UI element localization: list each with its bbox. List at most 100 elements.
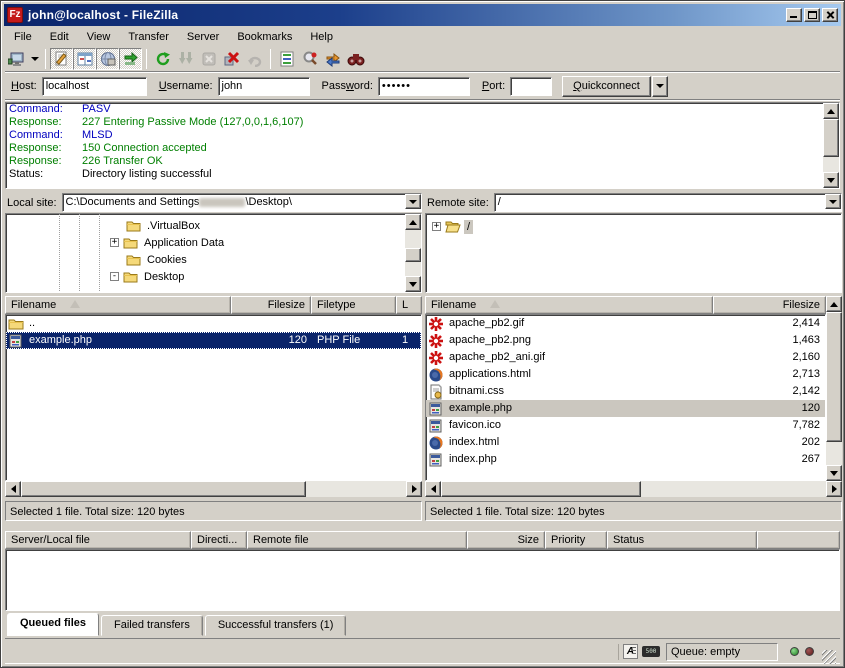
disconnect-button[interactable] <box>220 48 243 70</box>
column-header-filetype[interactable]: Filetype <box>311 296 396 314</box>
scrollbar-thumb[interactable] <box>826 312 842 442</box>
remote-list-hscrollbar[interactable] <box>425 481 842 497</box>
scroll-down-button[interactable] <box>405 276 421 292</box>
tab-successful-transfers[interactable]: Successful transfers (1) <box>205 615 347 636</box>
column-header-last-modified[interactable]: L <box>396 296 422 314</box>
scrollbar-thumb[interactable] <box>21 481 306 497</box>
queue-list[interactable] <box>5 549 840 611</box>
column-header-direction[interactable]: Directi... <box>191 531 247 549</box>
process-queue-button[interactable] <box>174 48 197 70</box>
synchronized-browsing-button[interactable] <box>321 48 344 70</box>
remote-site-path[interactable]: / <box>494 193 842 212</box>
scroll-down-button[interactable] <box>826 465 842 481</box>
site-manager-button[interactable] <box>5 48 28 70</box>
remote-list-scrollbar[interactable] <box>826 296 842 481</box>
site-manager-dropdown-button[interactable] <box>28 48 41 70</box>
menu-view[interactable]: View <box>78 29 120 45</box>
cancel-operation-button[interactable] <box>197 48 220 70</box>
username-input[interactable]: john <box>218 77 310 96</box>
column-header-filename[interactable]: Filename <box>425 296 713 314</box>
scroll-right-button[interactable] <box>826 481 842 497</box>
menu-transfer[interactable]: Transfer <box>119 29 178 45</box>
compare-directories-button[interactable] <box>298 48 321 70</box>
tree-item-root[interactable]: + / <box>432 218 473 235</box>
menu-bookmarks[interactable]: Bookmarks <box>228 29 301 45</box>
local-site-path[interactable]: C:\Documents and Settings\Desktop\ <box>62 193 422 212</box>
column-header-size[interactable]: Size <box>467 531 545 549</box>
file-row[interactable]: apache_pb2.png 1,463 <box>426 332 825 349</box>
close-button[interactable] <box>822 8 838 22</box>
file-row[interactable]: apache_pb2.gif 2,414 <box>426 315 825 332</box>
toggle-transfer-queue-button[interactable] <box>119 48 142 70</box>
toggle-local-tree-button[interactable] <box>73 48 96 70</box>
column-header-filename[interactable]: Filename <box>5 296 231 314</box>
scroll-left-button[interactable] <box>5 481 21 497</box>
menu-edit[interactable]: Edit <box>41 29 78 45</box>
column-header-filesize[interactable]: Filesize <box>231 296 311 314</box>
host-input[interactable]: localhost <box>42 77 147 96</box>
scrollbar-thumb[interactable] <box>441 481 641 497</box>
scroll-up-button[interactable] <box>405 214 421 230</box>
menu-help[interactable]: Help <box>301 29 342 45</box>
scroll-right-button[interactable] <box>406 481 422 497</box>
column-header-priority[interactable]: Priority <box>545 531 607 549</box>
remote-site-dropdown-button[interactable] <box>825 194 841 209</box>
tab-queued-files[interactable]: Queued files <box>7 613 99 636</box>
menu-server[interactable]: Server <box>178 29 228 45</box>
remote-directory-tree[interactable]: + / <box>425 213 842 293</box>
refresh-button[interactable] <box>151 48 174 70</box>
column-header-remote-file[interactable]: Remote file <box>247 531 467 549</box>
resize-grip[interactable] <box>822 650 836 664</box>
column-header-status[interactable]: Status <box>607 531 757 549</box>
file-row[interactable]: index.html 202 <box>426 434 825 451</box>
scroll-left-button[interactable] <box>425 481 441 497</box>
scrollbar-thumb[interactable] <box>823 119 839 157</box>
file-row[interactable]: index.php 267 <box>426 451 825 468</box>
scrollbar-thumb[interactable] <box>405 248 421 262</box>
data-type-indicator-icon[interactable]: A <box>623 644 638 659</box>
reconnect-button[interactable] <box>243 48 266 70</box>
local-site-combobox[interactable]: C:\Documents and Settings\Desktop\ <box>62 193 422 212</box>
expand-icon[interactable]: + <box>110 238 119 247</box>
local-file-list[interactable]: .. example.php 120 PHP File 1 <box>5 314 422 481</box>
directory-filters-button[interactable] <box>275 48 298 70</box>
tree-item-desktop[interactable]: - Desktop <box>110 268 187 285</box>
menu-file[interactable]: File <box>5 29 41 45</box>
tree-item-cookies[interactable]: Cookies <box>126 251 190 268</box>
scroll-up-button[interactable] <box>826 296 842 312</box>
tab-failed-transfers[interactable]: Failed transfers <box>101 615 203 636</box>
local-site-dropdown-button[interactable] <box>405 194 421 209</box>
tree-item-application-data[interactable]: + Application Data <box>110 234 227 251</box>
titlebar[interactable]: Fz john@localhost - FileZilla <box>4 4 841 26</box>
file-row-example-php[interactable]: example.php 120 PHP File 1 <box>6 332 421 349</box>
remote-site-combobox[interactable]: / <box>494 193 842 212</box>
speed-limit-indicator-icon[interactable]: 500 <box>642 646 660 657</box>
toggle-message-log-button[interactable] <box>50 48 73 70</box>
column-header-filesize[interactable]: Filesize <box>713 296 826 314</box>
file-row[interactable]: applications.html 2,713 <box>426 366 825 383</box>
quickconnect-button[interactable]: Quickconnect <box>562 76 651 97</box>
tree-item-virtualbox[interactable]: .VirtualBox <box>126 217 203 234</box>
scroll-down-button[interactable] <box>823 172 839 188</box>
local-directory-tree[interactable]: .VirtualBox + Application Data Cookies -… <box>5 213 422 293</box>
minimize-button[interactable] <box>786 8 802 22</box>
local-tree-scrollbar[interactable] <box>405 214 421 292</box>
log-scrollbar[interactable] <box>823 103 839 188</box>
file-row-selected[interactable]: example.php 120 <box>426 400 825 417</box>
file-row[interactable]: bitnami.css 2,142 <box>426 383 825 400</box>
local-list-hscrollbar[interactable] <box>5 481 422 497</box>
file-row[interactable]: apache_pb2_ani.gif 2,160 <box>426 349 825 366</box>
toggle-remote-tree-button[interactable] <box>96 48 119 70</box>
collapse-icon[interactable]: - <box>110 272 119 281</box>
remote-file-list[interactable]: apache_pb2.gif 2,414 apache_pb2.png 1,46… <box>425 314 826 481</box>
column-header-server-local-file[interactable]: Server/Local file <box>5 531 191 549</box>
file-row-parent-dir[interactable]: .. <box>6 315 421 332</box>
expand-icon[interactable]: + <box>432 222 441 231</box>
file-row[interactable]: favicon.ico 7,782 <box>426 417 825 434</box>
quickconnect-dropdown-button[interactable] <box>652 76 668 97</box>
find-files-button[interactable] <box>344 48 367 70</box>
port-input[interactable] <box>510 77 552 96</box>
maximize-button[interactable] <box>804 8 820 22</box>
password-input[interactable]: •••••• <box>378 77 470 96</box>
scroll-up-button[interactable] <box>823 103 839 119</box>
